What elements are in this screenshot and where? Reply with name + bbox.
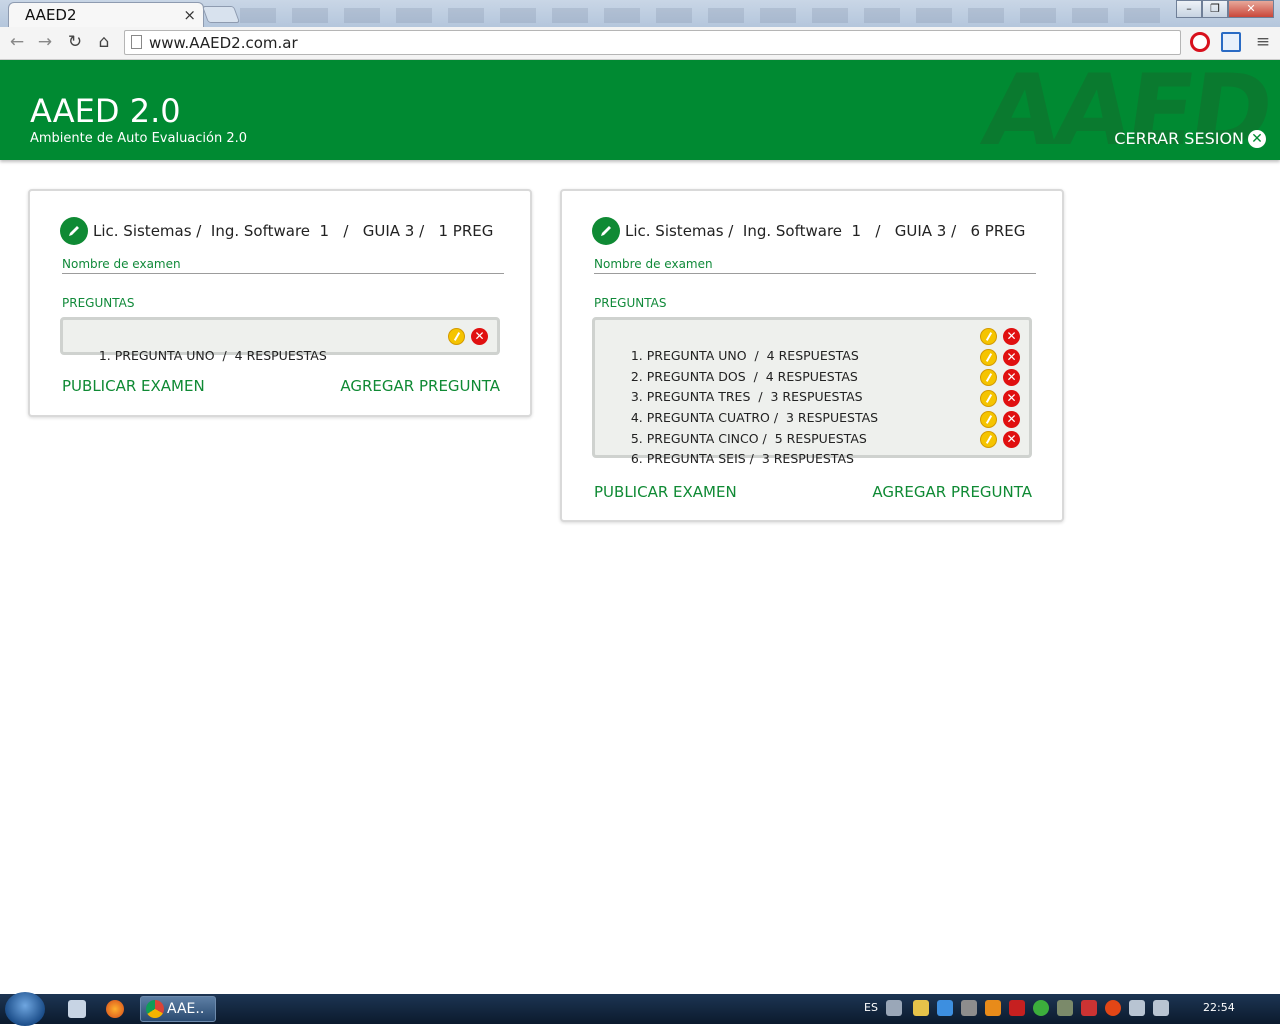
- address-url: www.AAED2.com.ar: [149, 34, 298, 52]
- delete-question-icon[interactable]: ✕: [1003, 410, 1020, 428]
- question-actions: ✕: [980, 431, 1020, 449]
- delete-question-icon[interactable]: ✕: [1003, 328, 1020, 345]
- delete-question-icon[interactable]: ✕: [1003, 431, 1020, 449]
- start-button[interactable]: [5, 992, 45, 1026]
- edit-question-icon[interactable]: [980, 348, 997, 366]
- edit-exam-icon[interactable]: [592, 217, 620, 245]
- language-indicator[interactable]: ES: [864, 1001, 878, 1014]
- logout-label: CERRAR SESION: [1114, 129, 1244, 148]
- publish-exam-button[interactable]: PUBLICAR EXAMEN: [594, 483, 737, 501]
- question-actions: ✕: [980, 410, 1020, 428]
- keyboard-icon[interactable]: [886, 1000, 902, 1016]
- firefox-icon[interactable]: [106, 1000, 124, 1018]
- edit-question-icon[interactable]: [980, 410, 997, 428]
- page-icon: [131, 35, 142, 49]
- tray-mail-icon[interactable]: [1057, 1000, 1073, 1016]
- tab-title: AAED2: [25, 6, 77, 24]
- os-taskbar: AAE.. ES 22:54: [0, 992, 1280, 1026]
- exam-name-field[interactable]: Nombre de examen: [594, 257, 1036, 274]
- app-subtitle: Ambiente de Auto Evaluación 2.0: [30, 131, 248, 146]
- questions-label: PREGUNTAS: [594, 296, 667, 310]
- opera-extension-icon[interactable]: [1190, 32, 1210, 52]
- question-row: 1. PREGUNTA UNO / 4 RESPUESTAS ✕: [595, 326, 1029, 363]
- tray-app-icon[interactable]: [913, 1000, 929, 1016]
- card-header: Lic. Sistemas / Ing. Software 1 / GUIA 3…: [592, 217, 1025, 245]
- window-close-button[interactable]: ✕: [1228, 0, 1274, 18]
- card-header: Lic. Sistemas / Ing. Software 1 / GUIA 3…: [60, 217, 493, 245]
- browser-tabstrip: AAED2 × – ❐ ✕: [0, 0, 1280, 27]
- back-arrow-icon[interactable]: ←: [6, 32, 28, 52]
- question-list: 1. PREGUNTA UNO / 4 RESPUESTAS ✕: [60, 317, 500, 363]
- browser-toolbar: ← → ↻ ⌂ www.AAED2.com.ar ≡: [0, 27, 1280, 60]
- exam-breadcrumb: Lic. Sistemas / Ing. Software 1 / GUIA 3…: [625, 222, 1026, 240]
- explorer-icon[interactable]: [68, 1000, 86, 1018]
- app-title: AAED 2.0: [30, 92, 181, 130]
- question-actions: ✕: [980, 390, 1020, 408]
- volume-icon[interactable]: [1153, 1000, 1169, 1016]
- question-list: 1. PREGUNTA UNO / 4 RESPUESTAS ✕ 2. PREG…: [592, 317, 1032, 466]
- question-actions: ✕: [980, 348, 1020, 366]
- taskbar-app-label: AAE..: [167, 1001, 205, 1017]
- exam-breadcrumb: Lic. Sistemas / Ing. Software 1 / GUIA 3…: [93, 222, 494, 240]
- exam-card: Lic. Sistemas / Ing. Software 1 / GUIA 3…: [28, 189, 532, 417]
- question-text: 6. PREGUNTA SEIS / 3 RESPUESTAS: [630, 451, 854, 467]
- delete-question-icon[interactable]: ✕: [1003, 390, 1020, 408]
- question-actions: ✕: [448, 328, 488, 345]
- torrent-icon[interactable]: [1033, 1000, 1049, 1016]
- tray-orange-icon[interactable]: [985, 1000, 1001, 1016]
- questions-label: PREGUNTAS: [62, 296, 135, 310]
- reload-icon[interactable]: ↻: [64, 32, 86, 52]
- tab-close-icon[interactable]: ×: [183, 6, 196, 24]
- edit-question-icon[interactable]: [448, 328, 465, 345]
- question-row: 5. PREGUNTA CINCO / 5 RESPUESTAS ✕: [595, 409, 1029, 446]
- question-row: 6. PREGUNTA SEIS / 3 RESPUESTAS ✕: [595, 429, 1029, 466]
- tray-tool-icon[interactable]: [961, 1000, 977, 1016]
- home-icon[interactable]: ⌂: [93, 32, 115, 52]
- question-row: 1. PREGUNTA UNO / 4 RESPUESTAS ✕: [63, 326, 497, 363]
- edit-question-icon[interactable]: [980, 431, 997, 449]
- tray-red-circle-icon[interactable]: [1105, 1000, 1121, 1016]
- minimize-button[interactable]: –: [1176, 0, 1202, 18]
- exam-card: Lic. Sistemas / Ing. Software 1 / GUIA 3…: [560, 189, 1064, 522]
- edit-question-icon[interactable]: [980, 390, 997, 408]
- menu-icon[interactable]: ≡: [1252, 32, 1274, 52]
- screenshot-extension-icon[interactable]: [1221, 32, 1241, 52]
- forward-arrow-icon[interactable]: →: [34, 32, 56, 52]
- question-actions: ✕: [980, 328, 1020, 345]
- taskbar-chrome-app[interactable]: AAE..: [140, 996, 216, 1022]
- window-controls: – ❐ ✕: [1176, 0, 1274, 18]
- address-bar[interactable]: www.AAED2.com.ar: [124, 30, 1181, 55]
- question-actions: ✕: [980, 369, 1020, 387]
- publish-exam-button[interactable]: PUBLICAR EXAMEN: [62, 377, 205, 395]
- add-question-button[interactable]: AGREGAR PREGUNTA: [872, 483, 1032, 501]
- close-circle-icon: ✕: [1248, 129, 1266, 148]
- tray-flag-icon[interactable]: [1081, 1000, 1097, 1016]
- delete-question-icon[interactable]: ✕: [1003, 369, 1020, 387]
- exam-name-field[interactable]: Nombre de examen: [62, 257, 504, 274]
- delete-question-icon[interactable]: ✕: [1003, 348, 1020, 366]
- network-icon[interactable]: [1129, 1000, 1145, 1016]
- card-actions: PUBLICAR EXAMEN AGREGAR PREGUNTA: [62, 377, 500, 395]
- dropbox-icon[interactable]: [937, 1000, 953, 1016]
- question-row: 4. PREGUNTA CUATRO / 3 RESPUESTAS ✕: [595, 388, 1029, 425]
- logout-button[interactable]: CERRAR SESION ✕: [1114, 129, 1266, 148]
- add-question-button[interactable]: AGREGAR PREGUNTA: [340, 377, 500, 395]
- restore-button[interactable]: ❐: [1202, 0, 1228, 18]
- question-row: 3. PREGUNTA TRES / 3 RESPUESTAS ✕: [595, 367, 1029, 404]
- app-header: AAED AAED 2.0 Ambiente de Auto Evaluació…: [0, 60, 1280, 160]
- browser-tab[interactable]: AAED2 ×: [8, 2, 204, 27]
- question-text: 1. PREGUNTA UNO / 4 RESPUESTAS: [98, 348, 327, 363]
- clock[interactable]: 22:54: [1203, 1001, 1235, 1014]
- edit-exam-icon[interactable]: [60, 217, 88, 245]
- edit-question-icon[interactable]: [980, 328, 997, 345]
- delete-question-icon[interactable]: ✕: [471, 328, 488, 345]
- edit-question-icon[interactable]: [980, 369, 997, 387]
- chrome-icon: [146, 1000, 164, 1018]
- blurred-background-window: [240, 8, 1170, 23]
- new-tab-button[interactable]: [201, 6, 241, 23]
- pdf-icon[interactable]: [1009, 1000, 1025, 1016]
- card-actions: PUBLICAR EXAMEN AGREGAR PREGUNTA: [594, 483, 1032, 501]
- question-row: 2. PREGUNTA DOS / 4 RESPUESTAS ✕: [595, 347, 1029, 384]
